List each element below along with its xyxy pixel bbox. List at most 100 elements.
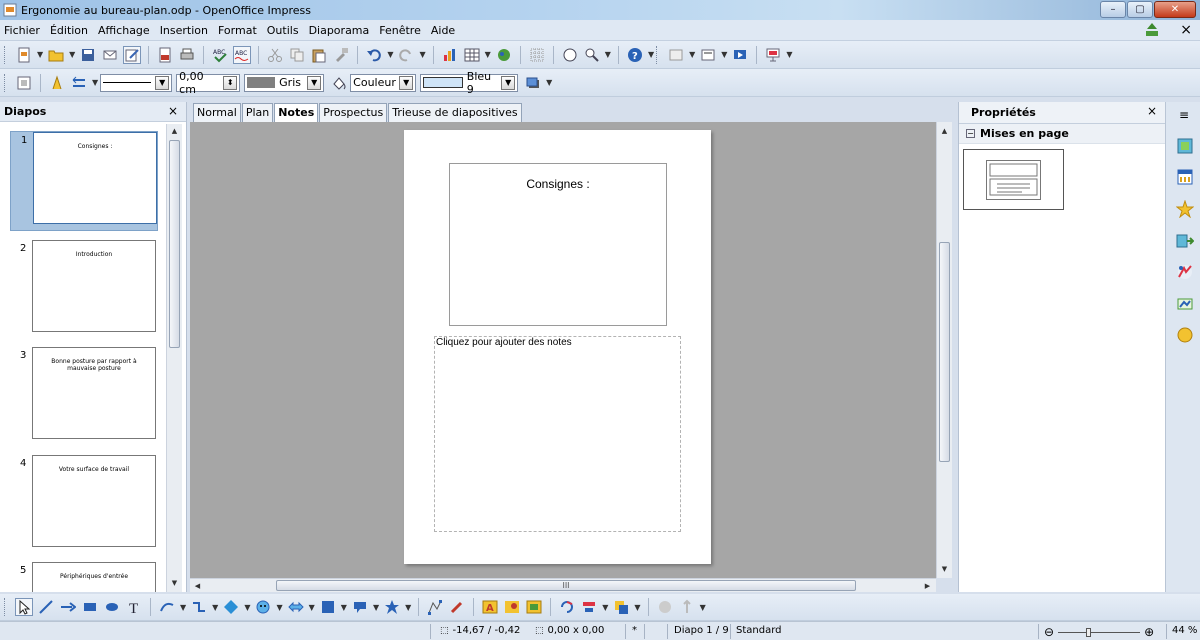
undo-icon[interactable] [365, 46, 383, 64]
stars-dropdown-arrow[interactable]: ▼ [405, 603, 411, 612]
menu-outils[interactable]: Outils [267, 24, 299, 37]
zoom-slider-thumb[interactable] [1086, 627, 1092, 637]
arrange-dropdown-arrow[interactable]: ▼ [634, 603, 640, 612]
collapse-toggle[interactable]: − [966, 129, 975, 138]
shadow-icon[interactable] [524, 74, 542, 92]
connector-dropdown-arrow[interactable]: ▼ [212, 603, 218, 612]
slide-transition-tab-icon[interactable] [1175, 231, 1195, 251]
line-toolbar-options[interactable]: ▼ [546, 78, 552, 87]
slide-image-frame[interactable]: Consignes : [449, 163, 667, 326]
standard-toolbar-options[interactable]: ▼ [648, 50, 654, 59]
slide-show-icon[interactable] [731, 46, 749, 64]
open-folder-icon[interactable] [47, 46, 65, 64]
flowchart-dropdown-arrow[interactable]: ▼ [341, 603, 347, 612]
drawing-toolbar-options[interactable]: ▼ [700, 603, 706, 612]
display-grid-icon[interactable] [495, 46, 513, 64]
line-width-input[interactable]: 0,00 cm ⬍ [176, 70, 241, 96]
scrollbar-thumb[interactable] [939, 242, 950, 462]
zoom-icon[interactable] [583, 46, 601, 64]
new-document-icon[interactable] [15, 46, 33, 64]
tab-slide-sorter[interactable]: Trieuse de diapositives [388, 103, 522, 122]
text-tool-icon[interactable]: T [125, 598, 143, 616]
copy-icon[interactable] [288, 46, 306, 64]
slide-layout-icon[interactable] [667, 46, 685, 64]
scroll-down-arrow[interactable]: ▼ [167, 576, 182, 590]
master-page-name[interactable]: Standard [736, 625, 782, 636]
cut-icon[interactable] [266, 46, 284, 64]
navigator-icon[interactable] [561, 46, 579, 64]
area-fill-icon[interactable] [330, 74, 348, 92]
notes-placeholder[interactable]: Cliquez pour ajouter des notes [434, 336, 681, 532]
slide-thumbnail-4[interactable]: 4 Votre surface de travail [10, 455, 158, 555]
navigator-tab-icon[interactable] [1175, 325, 1195, 345]
menu-fenetre[interactable]: Fenêtre [379, 24, 421, 37]
tab-notes[interactable]: Notes [274, 103, 319, 122]
gallery-tab-icon[interactable] [1175, 294, 1195, 314]
menu-format[interactable]: Format [218, 24, 257, 37]
stars-icon[interactable] [383, 598, 401, 616]
curve-dropdown-arrow[interactable]: ▼ [180, 603, 186, 612]
grid-icon[interactable] [528, 46, 546, 64]
block-arrows-dropdown-arrow[interactable]: ▼ [309, 603, 315, 612]
line-arrow-tool-icon[interactable] [59, 598, 77, 616]
fontwork-icon[interactable]: A [481, 598, 499, 616]
document-modified-indicator[interactable]: * [632, 625, 637, 636]
scroll-up-arrow[interactable]: ▲ [167, 124, 182, 138]
tab-plan[interactable]: Plan [241, 103, 274, 122]
curve-tool-icon[interactable] [158, 598, 176, 616]
export-pdf-icon[interactable] [156, 46, 174, 64]
object-styles-icon[interactable] [15, 74, 33, 92]
line-style-select[interactable]: ▼ [100, 73, 173, 92]
connector-tool-icon[interactable] [190, 598, 208, 616]
tab-prospectus[interactable]: Prospectus [319, 103, 388, 122]
scrollbar-thumb[interactable] [169, 140, 180, 348]
update-icon[interactable] [1144, 22, 1160, 38]
canvas-vertical-scrollbar[interactable]: ▲ ▼ [936, 122, 952, 578]
align-dropdown-arrow[interactable]: ▼ [602, 603, 608, 612]
slide-list-scrollbar[interactable]: ▲ ▼ [166, 124, 182, 592]
zoom-out-icon[interactable]: ⊖ [1044, 625, 1054, 639]
scrollbar-thumb[interactable]: III [276, 580, 856, 591]
callouts-icon[interactable] [351, 598, 369, 616]
arrow-style-dropdown-arrow[interactable]: ▼ [92, 78, 98, 87]
chart-icon[interactable] [441, 46, 459, 64]
canvas-horizontal-scrollbar[interactable]: ◀ III ▶ [190, 578, 936, 592]
extrusion-icon[interactable] [656, 598, 674, 616]
print-icon[interactable] [178, 46, 196, 64]
toolbar-grip[interactable] [4, 598, 8, 616]
sidebar-menu-icon[interactable]: ≡ [1179, 108, 1189, 122]
clone-formatting-icon[interactable] [332, 46, 350, 64]
line-icon[interactable] [48, 74, 66, 92]
slide-thumbnail-1[interactable]: 1 Consignes : [10, 131, 158, 231]
slide-thumbnail-2[interactable]: 2 Introduction [10, 240, 158, 340]
rotate-icon[interactable] [558, 598, 576, 616]
symbol-shapes-icon[interactable] [254, 598, 272, 616]
scroll-left-arrow[interactable]: ◀ [190, 579, 205, 593]
toolbar-options[interactable]: ▼ [786, 50, 792, 59]
zoom-percentage[interactable]: 44 % [1172, 625, 1197, 636]
select-pointer-icon[interactable] [15, 598, 33, 616]
slide-design-icon[interactable] [699, 46, 717, 64]
rectangle-tool-icon[interactable] [81, 598, 99, 616]
menu-fichier[interactable]: Fichier [4, 24, 40, 37]
ellipse-tool-icon[interactable] [103, 598, 121, 616]
flowchart-icon[interactable] [319, 598, 337, 616]
zoom-in-icon[interactable]: ⊕ [1144, 625, 1154, 639]
gallery-icon[interactable] [525, 598, 543, 616]
layouts-section-header[interactable]: − Mises en page [959, 124, 1165, 144]
close-window-button[interactable]: ✕ [1154, 1, 1196, 18]
basic-shapes-dropdown-arrow[interactable]: ▼ [244, 603, 250, 612]
edit-mode-icon[interactable] [123, 45, 142, 64]
interaction-icon[interactable] [678, 598, 696, 616]
master-pages-tab-icon[interactable] [1175, 167, 1195, 187]
custom-animation-tab-icon[interactable] [1175, 199, 1195, 219]
undo-dropdown-arrow[interactable]: ▼ [387, 50, 393, 59]
menu-diaporama[interactable]: Diaporama [309, 24, 370, 37]
slide-thumbnail-3[interactable]: 3 Bonne posture par rapport à mauvaise p… [10, 347, 158, 447]
points-icon[interactable] [426, 598, 444, 616]
tab-normal[interactable]: Normal [193, 103, 241, 122]
properties-tab-icon[interactable] [1175, 136, 1195, 156]
zoom-slider[interactable]: ⊖ ⊕ [1044, 625, 1154, 639]
toolbar-grip[interactable] [4, 73, 8, 92]
scroll-up-arrow[interactable]: ▲ [937, 124, 952, 138]
